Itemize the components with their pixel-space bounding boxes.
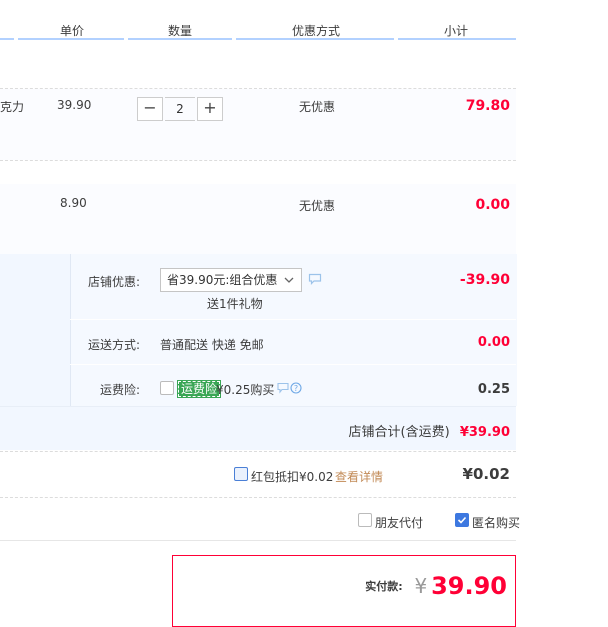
redpacket-details-link[interactable]: 查看详情 xyxy=(335,468,383,485)
insurance-tag: 运费险 xyxy=(176,380,222,398)
store-discount-label: 店铺优惠: xyxy=(87,275,140,289)
row-divider xyxy=(0,451,516,452)
row-divider xyxy=(70,364,516,365)
anonymous-checkbox[interactable] xyxy=(455,513,469,527)
item-promotion: 无优惠 xyxy=(299,100,336,114)
store-total-label: 店铺合计(含运费) xyxy=(348,425,450,440)
header-underline xyxy=(236,38,394,40)
checkmark-icon xyxy=(457,516,467,524)
item-unit-price: 8.90 xyxy=(60,196,87,210)
payment-currency: ¥ xyxy=(414,574,428,598)
friend-pay-checkbox[interactable] xyxy=(358,513,372,527)
row-divider xyxy=(0,540,516,541)
item-promotion: 无优惠 xyxy=(299,199,336,213)
header-underline xyxy=(18,38,124,40)
payment-value: 39.90 xyxy=(431,572,507,600)
quantity-increase-button[interactable]: + xyxy=(197,97,223,121)
shipping-label: 运送方式: xyxy=(87,338,140,352)
quantity-stepper: − 2 + xyxy=(137,97,223,121)
row-divider xyxy=(0,406,516,407)
store-total: 店铺合计(含运费) ¥39.90 xyxy=(320,421,510,440)
header-unit-price: 单价 xyxy=(59,24,84,38)
anonymous-label: 匿名购买 xyxy=(472,516,521,530)
item-subtotal: 0.00 xyxy=(475,197,510,213)
gift-text: 送1件礼物 xyxy=(207,297,263,311)
header-underline xyxy=(398,38,516,40)
shipping-method: 普通配送 快递 免邮 xyxy=(160,338,264,352)
store-total-value: ¥39.90 xyxy=(459,425,510,440)
item-subtotal: 79.80 xyxy=(465,98,510,114)
table-header: 单价 数量 优惠方式 小计 xyxy=(0,0,516,40)
svg-text:?: ? xyxy=(294,384,298,393)
quantity-decrease-button[interactable]: − xyxy=(137,97,163,121)
insurance-label: 运费险: xyxy=(99,383,140,397)
header-subtotal: 小计 xyxy=(443,24,468,38)
store-discount-select[interactable]: 省39.90元:组合优惠 xyxy=(160,268,302,292)
store-discount-value: -39.90 xyxy=(459,272,510,288)
row-divider xyxy=(70,319,516,320)
shipping-value: 0.00 xyxy=(477,335,510,350)
insurance-price: ¥0.25购买 xyxy=(216,383,275,397)
table-row xyxy=(0,184,516,254)
store-discount-select-value: 省39.90元:组合优惠 xyxy=(167,273,278,287)
header-underline xyxy=(0,38,14,40)
insurance-value: 0.25 xyxy=(477,382,510,397)
row-divider xyxy=(0,160,516,161)
chevron-down-icon xyxy=(284,277,294,283)
item-unit-price: 39.90 xyxy=(57,98,92,112)
header-promotion: 优惠方式 xyxy=(291,24,340,38)
item-name-tail: 克力 xyxy=(0,100,25,114)
payment-total: 实付款: ¥ 39.90 xyxy=(365,572,507,600)
redpacket-checkbox[interactable] xyxy=(234,467,248,481)
redpacket-label: 红包抵扣¥0.02 xyxy=(251,470,334,484)
payment-summary-box: 实付款: ¥ 39.90 xyxy=(172,555,516,627)
payment-label: 实付款: xyxy=(365,580,403,593)
quantity-input[interactable]: 2 xyxy=(165,97,195,121)
friend-pay-label: 朋友代付 xyxy=(375,516,424,530)
header-underline xyxy=(128,38,232,40)
chat-help-icon[interactable]: ? xyxy=(277,382,303,395)
redpacket-value: ¥0.02 xyxy=(462,465,510,483)
chat-bubble-icon[interactable] xyxy=(308,273,322,285)
row-divider xyxy=(0,497,516,498)
insurance-checkbox[interactable] xyxy=(160,381,174,395)
header-quantity: 数量 xyxy=(167,24,192,38)
